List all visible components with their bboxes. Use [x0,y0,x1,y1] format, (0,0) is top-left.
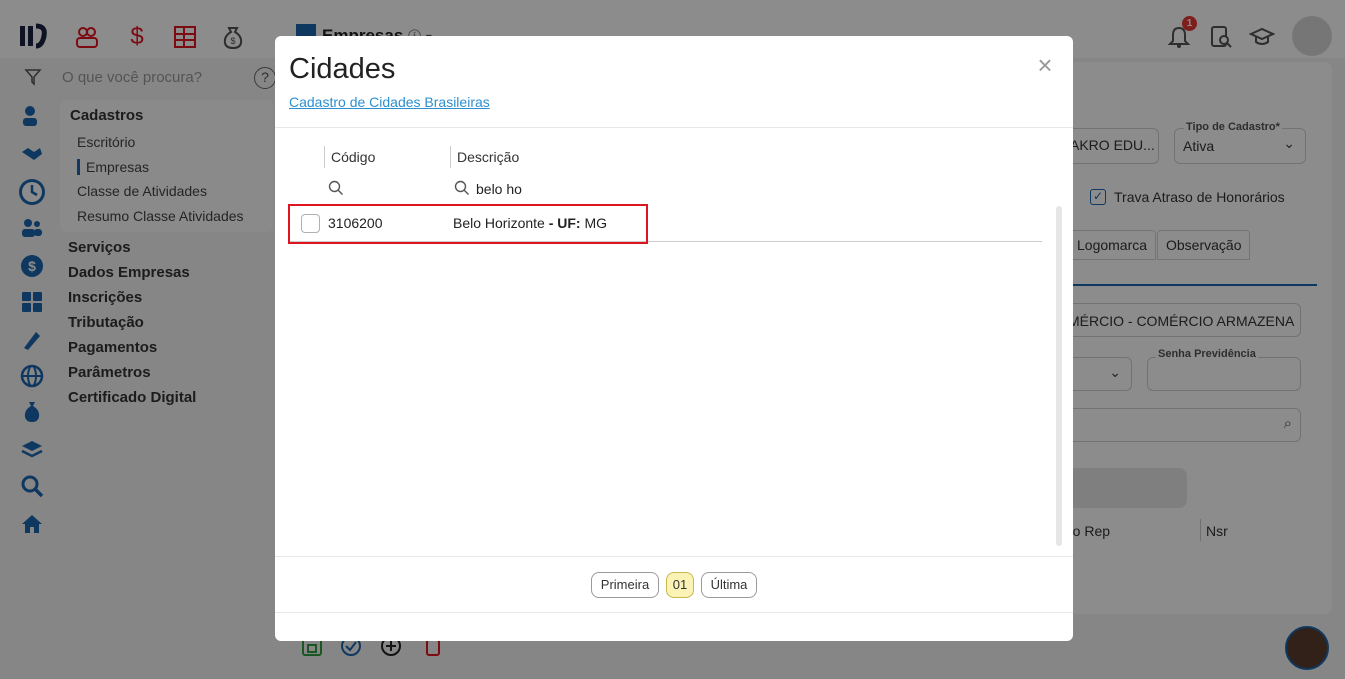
row-highlight [288,204,648,244]
pager-first-button[interactable]: Primeira [591,572,659,598]
column-header-codigo[interactable]: Código [324,146,375,168]
header-divider [275,127,1073,128]
footer-divider-top [275,556,1073,557]
modal-title: Cidades [289,53,396,85]
filter-codigo[interactable] [328,178,500,200]
filter-descricao-input[interactable] [476,178,626,200]
vertical-scrollbar[interactable] [1056,206,1062,546]
pager-current-page[interactable]: 01 [666,572,694,598]
search-icon [328,180,343,195]
cidades-modal: Cidades Cadastro de Cidades Brasileiras … [275,36,1073,641]
close-icon[interactable]: × [1033,50,1057,80]
footer-divider-bottom [275,612,1073,613]
search-icon [454,180,469,195]
modal-subtitle-link[interactable]: Cadastro de Cidades Brasileiras [289,94,490,110]
column-header-descricao[interactable]: Descrição [450,146,519,168]
filter-descricao[interactable] [454,178,654,200]
pager-last-button[interactable]: Última [701,572,757,598]
